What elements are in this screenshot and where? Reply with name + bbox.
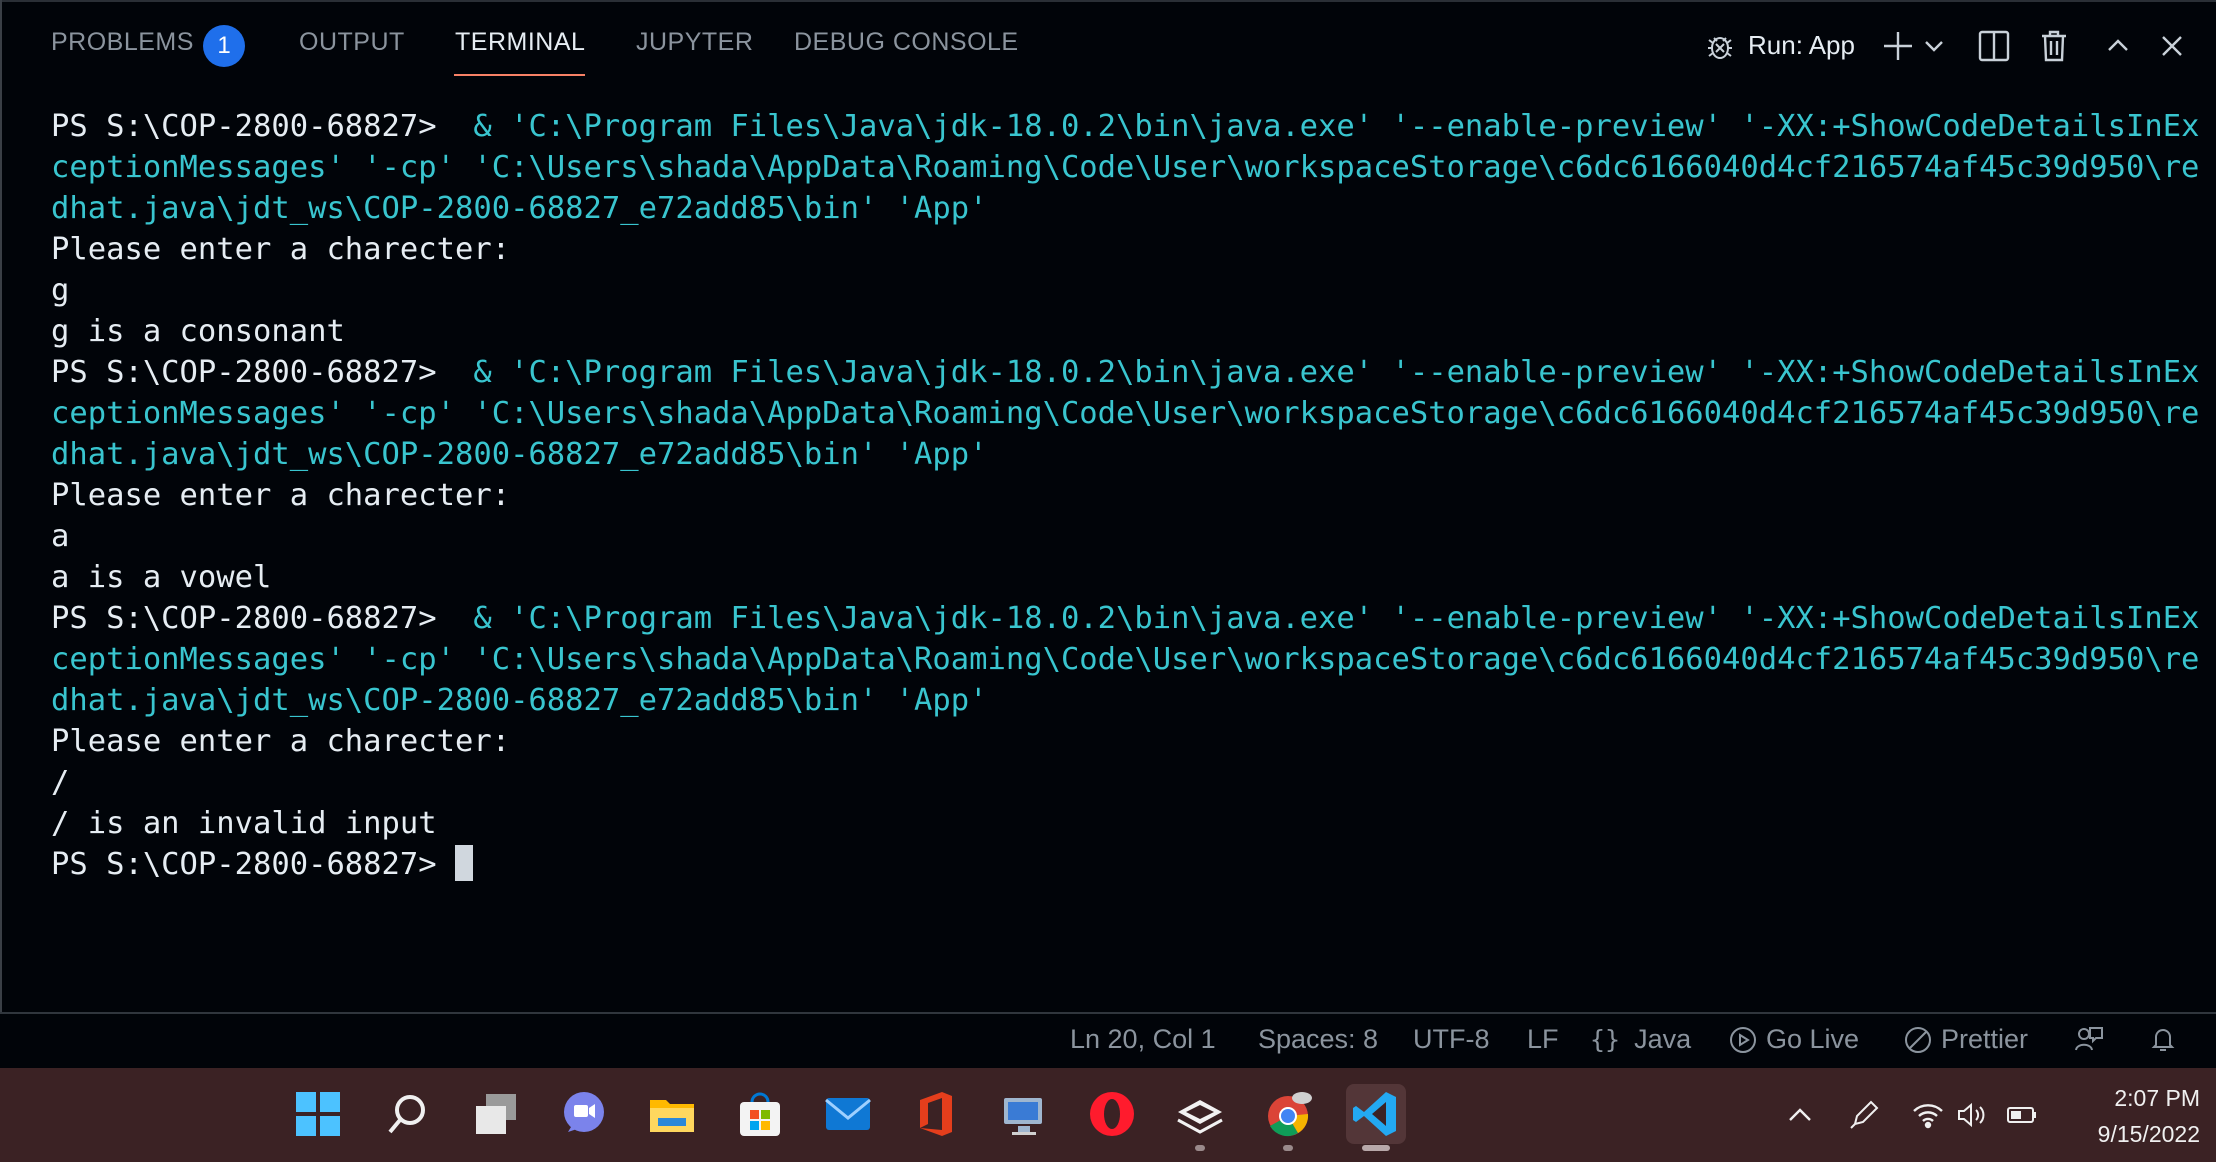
prompt: PS S:\COP-2800-68827> <box>51 355 455 390</box>
language-mode[interactable]: {} Java <box>1590 1024 1691 1055</box>
prompt: PS S:\COP-2800-68827> <box>51 847 455 882</box>
task-view-icon[interactable] <box>466 1084 526 1144</box>
terminal-line: ceptionMessages' '-cp' 'C:\Users\shada\A… <box>51 642 2200 677</box>
trash-icon[interactable] <box>2032 22 2076 70</box>
encoding[interactable]: UTF-8 <box>1413 1024 1490 1055</box>
terminal-output[interactable]: PS S:\COP-2800-68827> & 'C:\Program File… <box>2 90 2216 1012</box>
terminal-line: a is a vowel <box>51 560 272 595</box>
prettier-status-icon <box>1905 1026 1931 1053</box>
prompt: PS S:\COP-2800-68827> <box>51 109 455 144</box>
go-live-button[interactable]: Go Live <box>1728 1024 1859 1055</box>
tab-terminal[interactable]: TERMINAL <box>455 28 585 57</box>
terminal-line: a <box>51 519 70 554</box>
remote-desktop-icon[interactable] <box>994 1084 1054 1144</box>
clock-time: 2:07 PM <box>2114 1085 2200 1111</box>
running-app-indicator <box>1195 1145 1205 1151</box>
run-config-label[interactable]: Run: App <box>1748 30 1855 61</box>
terminal-line: Please enter a charecter: <box>51 478 511 513</box>
braces-icon: {} <box>1590 1025 1621 1054</box>
broadcast-icon <box>1730 1026 1756 1053</box>
office-icon[interactable] <box>906 1084 966 1144</box>
stack-app-icon[interactable] <box>1170 1084 1230 1144</box>
language-label: Java <box>1634 1024 1692 1054</box>
teams-chat-icon[interactable] <box>554 1084 614 1144</box>
chrome-icon[interactable] <box>1258 1084 1318 1144</box>
file-explorer-icon[interactable] <box>642 1084 702 1144</box>
indentation[interactable]: Spaces: 8 <box>1258 1024 1378 1055</box>
chevron-down-icon[interactable] <box>1916 22 1952 70</box>
command-text: & 'C:\Program Files\Java\jdk-18.0.2\bin\… <box>473 355 2200 390</box>
terminal-line: g <box>51 273 70 308</box>
close-panel-icon[interactable] <box>2150 22 2194 70</box>
wifi-icon[interactable] <box>1908 1095 1948 1135</box>
volume-icon[interactable] <box>1952 1095 1992 1135</box>
terminal-line: ceptionMessages' '-cp' 'C:\Users\shada\A… <box>51 396 2200 431</box>
search-icon[interactable] <box>378 1084 438 1144</box>
vscode-icon[interactable] <box>1346 1084 1406 1144</box>
vscode-window: PROBLEMS 1 OUTPUT TERMINAL JUPYTER DEBUG… <box>0 0 2216 1162</box>
mail-icon[interactable] <box>818 1084 878 1144</box>
microsoft-store-icon[interactable] <box>730 1084 790 1144</box>
terminal-line: / <box>51 765 70 800</box>
prettier-label: Prettier <box>1941 1024 2029 1054</box>
split-terminal-icon[interactable] <box>1972 22 2016 70</box>
pen-icon[interactable] <box>1844 1095 1884 1135</box>
battery-icon[interactable] <box>2002 1095 2042 1135</box>
terminal-line: PS S:\COP-2800-68827> & 'C:\Program File… <box>51 106 2199 147</box>
terminal-line: dhat.java\jdt_ws\COP-2800-68827_e72add85… <box>51 683 988 718</box>
active-tab-indicator <box>454 74 585 76</box>
panel-tab-bar: PROBLEMS 1 OUTPUT TERMINAL JUPYTER DEBUG… <box>0 0 2216 90</box>
add-terminal-icon[interactable] <box>1876 22 1920 70</box>
terminal-line: PS S:\COP-2800-68827> & 'C:\Program File… <box>51 598 2199 639</box>
divider <box>0 0 2216 2</box>
terminal-line: PS S:\COP-2800-68827> & 'C:\Program File… <box>51 352 2199 393</box>
terminal-cursor <box>454 845 473 881</box>
problems-count-badge: 1 <box>203 25 245 67</box>
command-text: & 'C:\Program Files\Java\jdk-18.0.2\bin\… <box>473 601 2200 636</box>
prettier-button[interactable]: Prettier <box>1903 1024 2028 1055</box>
running-app-indicator <box>1283 1145 1293 1151</box>
debug-icon[interactable] <box>1698 22 1742 70</box>
clock-date: 9/15/2022 <box>2097 1121 2200 1147</box>
terminal-line: Please enter a charecter: <box>51 724 511 759</box>
opera-icon[interactable] <box>1082 1084 1142 1144</box>
windows-start-icon[interactable] <box>288 1084 348 1144</box>
command-text: & 'C:\Program Files\Java\jdk-18.0.2\bin\… <box>473 109 2200 144</box>
cursor-position[interactable]: Ln 20, Col 1 <box>1070 1024 1216 1055</box>
terminal-prompt-line[interactable]: PS S:\COP-2800-68827> <box>51 844 473 885</box>
terminal-line: g is a consonant <box>51 314 345 349</box>
maximize-panel-icon[interactable] <box>2096 22 2140 70</box>
terminal-line: dhat.java\jdt_ws\COP-2800-68827_e72add85… <box>51 437 988 472</box>
notifications-bell-icon[interactable] <box>2148 1024 2178 1054</box>
tab-output[interactable]: OUTPUT <box>299 28 405 57</box>
terminal-line: Please enter a charecter: <box>51 232 511 267</box>
status-bar: Ln 20, Col 1 Spaces: 8 UTF-8 LF {} Java … <box>0 1012 2216 1068</box>
tab-jupyter[interactable]: JUPYTER <box>636 28 753 57</box>
prompt: PS S:\COP-2800-68827> <box>51 601 455 636</box>
tab-problems[interactable]: PROBLEMS <box>51 28 194 57</box>
feedback-icon[interactable] <box>2074 1024 2104 1054</box>
end-of-line[interactable]: LF <box>1527 1024 1559 1055</box>
tab-debug-console[interactable]: DEBUG CONSOLE <box>794 28 1019 57</box>
go-live-label: Go Live <box>1766 1024 1860 1054</box>
terminal-line: dhat.java\jdt_ws\COP-2800-68827_e72add85… <box>51 191 988 226</box>
terminal-line: ceptionMessages' '-cp' 'C:\Users\shada\A… <box>51 150 2200 185</box>
terminal-line: / is an invalid input <box>51 806 437 841</box>
chevron-up-icon[interactable] <box>1780 1095 1820 1135</box>
active-app-indicator <box>1362 1145 1390 1151</box>
system-clock[interactable]: 2:07 PM 9/15/2022 <box>2060 1080 2200 1152</box>
